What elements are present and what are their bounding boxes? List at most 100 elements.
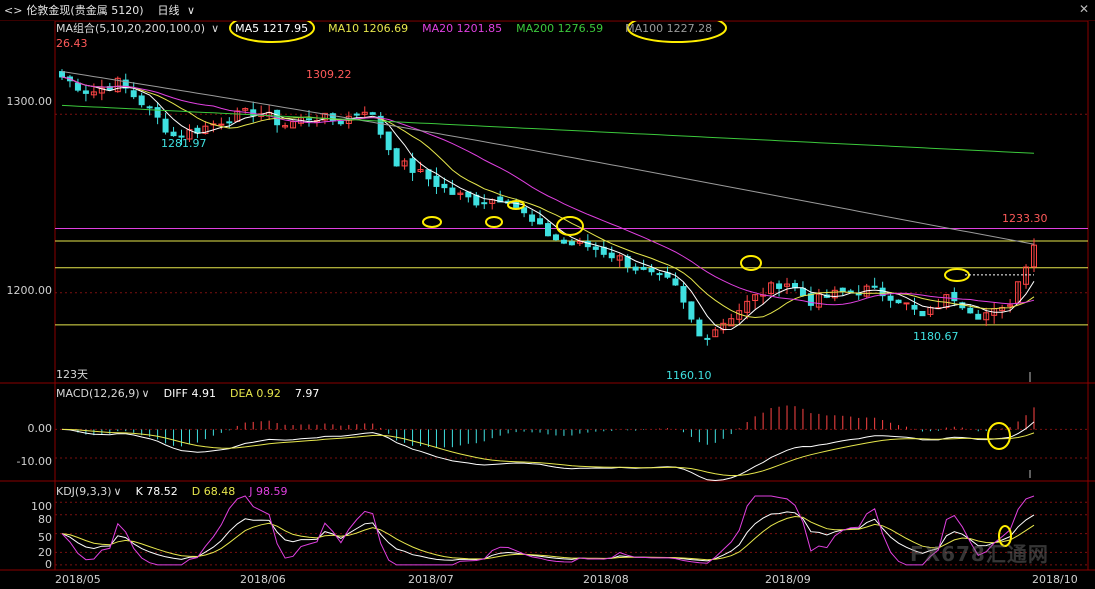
period-label: 日线 <box>157 4 180 17</box>
chevron-down-icon[interactable]: ∨ <box>142 387 150 400</box>
candle-down <box>656 273 663 276</box>
ma5-value: MA5 1217.95 <box>235 21 309 35</box>
price-chart <box>0 13 1095 571</box>
candle-down <box>513 200 520 208</box>
ma200-value: MA200 1276.59 <box>516 21 604 35</box>
price-label-low-2: 1160.10 <box>666 369 712 382</box>
x-tick-2018-10: 2018/10 <box>1032 573 1078 586</box>
kdj-tick-80: 80 <box>38 513 52 526</box>
kdj-tick-100: 100 <box>31 500 52 513</box>
kdj-legend-label[interactable]: KDJ(9,3,3) <box>56 485 112 498</box>
candle-down <box>545 223 551 237</box>
chevron-down-icon[interactable]: ∨ <box>211 22 219 35</box>
highlight-ellipse <box>485 216 503 228</box>
ma-legend: MA组合(5,10,20,200,100,0) ∨ MA5 1217.95 MA… <box>56 20 726 36</box>
macd-legend-label[interactable]: MACD(12,26,9) <box>56 387 140 400</box>
candle-down <box>704 337 711 340</box>
kdj-d-value: D 68.48 <box>191 484 236 498</box>
candle-down <box>871 285 878 288</box>
highlight-ellipse <box>987 422 1011 450</box>
candle-down <box>696 319 703 337</box>
candle-down <box>640 266 647 270</box>
candle-down <box>967 307 974 314</box>
highlight-ellipse <box>556 216 584 236</box>
candle-down <box>449 187 456 195</box>
candle-down <box>409 158 416 173</box>
ma-legend-label[interactable]: MA组合(5,10,20,200,100,0) <box>56 20 205 36</box>
candle-down <box>154 107 161 118</box>
ma100-value: MA100 1227.28 <box>625 21 713 35</box>
candle-down <box>799 287 806 296</box>
close-icon[interactable]: ✕ <box>1079 2 1089 16</box>
ma100-line <box>61 71 1035 245</box>
macd-dea-value: DEA 0.92 <box>229 386 281 400</box>
candle-down <box>537 218 544 225</box>
macd-value: 7.97 <box>294 386 320 400</box>
candle-down <box>911 304 918 310</box>
candle-down <box>552 234 559 241</box>
candle-down <box>672 278 679 286</box>
candle-down <box>74 82 81 91</box>
x-tick-2018-07: 2018/07 <box>408 573 454 586</box>
x-tick-2018-08: 2018/08 <box>583 573 629 586</box>
candle-down <box>441 183 448 189</box>
macd-legend: MACD(12,26,9) ∨ DIFF 4.91 DEA 0.92 7.97 <box>56 386 333 400</box>
candle-down <box>592 246 599 250</box>
candle-up <box>218 123 225 126</box>
ma20-line <box>61 76 1035 306</box>
x-tick-2018-09: 2018/09 <box>765 573 811 586</box>
candle-down <box>146 106 153 109</box>
kdj-k-value: K 78.52 <box>135 484 178 498</box>
watermark-logo: FX678汇通网 <box>910 542 1049 566</box>
candle-down <box>305 118 312 121</box>
candle-down <box>895 299 902 304</box>
days-count-label: 123天 <box>56 368 88 381</box>
y-tick-1200: 1200.00 <box>6 284 53 297</box>
ma20-value: MA20 1201.85 <box>422 21 503 35</box>
instrument-title: 伦敦金现(贵金属 5120) <box>26 4 144 17</box>
x-tick-2018-05: 2018/05 <box>55 573 101 586</box>
nav-arrows-button[interactable]: <> <box>4 4 22 17</box>
candle-down <box>608 252 615 259</box>
candle-down <box>560 239 567 244</box>
candle-down <box>433 175 440 187</box>
candle-down <box>568 241 575 246</box>
price-label-low-1: 1281.97 <box>161 137 207 150</box>
candle-down <box>82 90 89 94</box>
price-label-low-3: 1180.67 <box>913 330 959 343</box>
candle-down <box>839 287 846 292</box>
candle-down <box>807 293 814 306</box>
price-label-high-2: 1233.30 <box>1002 212 1048 225</box>
x-tick-2018-06: 2018/06 <box>240 573 286 586</box>
candle-up <box>903 302 910 305</box>
price-label-high-1: 1309.22 <box>306 68 352 81</box>
candle-down <box>975 313 982 320</box>
kdj-j-value: J 98.59 <box>249 484 288 498</box>
macd-tick-0: 0.00 <box>27 422 53 435</box>
kdj-tick-50: 50 <box>38 531 52 544</box>
candle-down <box>919 310 926 317</box>
candle-down <box>369 112 376 115</box>
candle-down <box>393 148 400 167</box>
chevron-down-icon[interactable]: ∨ <box>114 485 122 498</box>
chart-toolbar: <> 伦敦金现(贵金属 5120) 日线 ∨ ✕ <box>0 0 1095 21</box>
ma10-value: MA10 1206.69 <box>328 21 409 35</box>
candle-down <box>226 121 233 124</box>
candle-down <box>855 293 862 296</box>
period-dropdown[interactable]: 日线 ∨ <box>154 2 196 18</box>
candle-down <box>529 214 536 222</box>
candle-down <box>688 301 695 320</box>
y-tick-1300: 1300.00 <box>6 95 53 108</box>
kdj-d-line <box>61 515 1035 561</box>
ma5-line <box>61 76 1035 331</box>
candle-down <box>337 120 344 125</box>
highlight-ellipse <box>422 216 442 228</box>
kdj-legend: KDJ(9,3,3) ∨ K 78.52 D 68.48 J 98.59 <box>56 484 301 498</box>
kdj-k-line <box>61 511 1035 562</box>
candle-down <box>130 90 137 98</box>
candle-down <box>887 295 894 301</box>
candle-down <box>425 169 432 180</box>
candle-down <box>648 268 655 273</box>
candle-down <box>473 194 480 206</box>
candle-down <box>632 266 639 271</box>
